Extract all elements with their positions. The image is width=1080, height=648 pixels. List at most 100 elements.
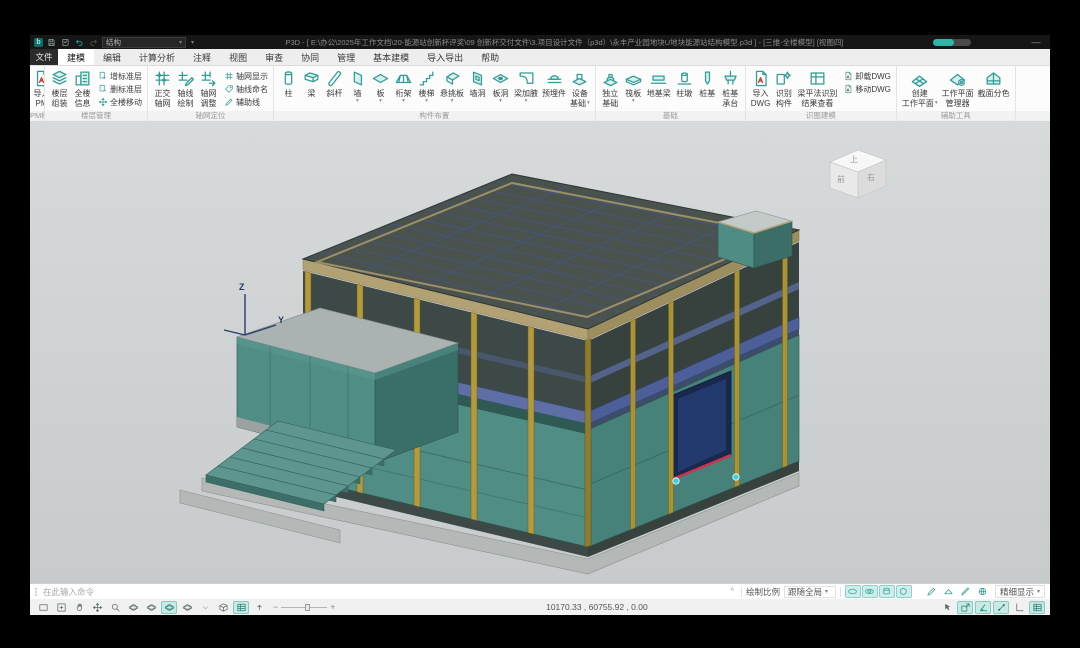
drag-grip-icon[interactable] (35, 588, 39, 596)
ribbon-small-button[interactable]: 辅助线 (222, 96, 270, 108)
ribb-button[interactable]: 截面分色 (976, 68, 1012, 100)
zoom-slider[interactable]: − + (273, 602, 336, 612)
scale-dropdown[interactable]: 跟随全局 ▾ (784, 586, 836, 598)
ribb-button[interactable]: 筏板▾ (622, 68, 645, 105)
ribb-button[interactable]: 桁架▾ (392, 68, 415, 105)
orbit-more-button[interactable] (197, 601, 213, 614)
ribb-button[interactable]: 梁 (300, 68, 323, 100)
view-realistic-button[interactable] (896, 585, 912, 598)
building-model-3d[interactable] (30, 122, 1050, 583)
tab-10[interactable]: 导入导出 (418, 49, 472, 65)
orbit-continuous-button[interactable] (179, 601, 195, 614)
orbit-horizontal-button[interactable] (143, 601, 159, 614)
ribb-button[interactable]: 梁加腋▾ (512, 68, 540, 105)
ribbon-small-button[interactable]: 移动DWG (841, 83, 893, 95)
window-select-button[interactable] (35, 601, 51, 614)
ribb-button[interactable]: 导入DWG (749, 68, 773, 109)
measure-pencil-button[interactable] (924, 585, 940, 598)
tab-3[interactable]: 计算分析 (130, 49, 184, 65)
ribbon-small-button[interactable]: 轴网显示 (222, 70, 270, 82)
perspective-button[interactable] (215, 601, 231, 614)
pin-toolbar-button[interactable] (251, 601, 267, 614)
ribb-button[interactable]: 预埋件 (540, 68, 568, 100)
tab-8[interactable]: 管理 (328, 49, 364, 65)
ribbon-small-button[interactable]: 删标准层 (96, 83, 144, 95)
tab-6[interactable]: 审查 (256, 49, 292, 65)
tab-11[interactable]: 帮助 (472, 49, 508, 65)
angle-snap-button[interactable] (975, 601, 991, 614)
selection-grip[interactable] (673, 478, 679, 484)
orbit-vertical-button[interactable] (161, 601, 177, 614)
ribb-button[interactable]: 桩基 (696, 68, 719, 100)
ribb-button[interactable]: 设备基础▾ (568, 68, 592, 109)
viewcube-right-label[interactable]: 右 (867, 172, 875, 183)
ribb-button[interactable]: 板▾ (369, 68, 392, 105)
ribbon-small-button[interactable]: 全楼移动 (96, 96, 144, 108)
model-grid-button[interactable] (233, 601, 249, 614)
polar-track-button[interactable] (993, 601, 1009, 614)
ribb-button[interactable]: 全楼信息 (71, 68, 94, 109)
zoom-extents-button[interactable] (53, 601, 69, 614)
ribb-button[interactable]: 板洞▾ (489, 68, 512, 105)
tab-2[interactable]: 编辑 (94, 49, 130, 65)
move-view-button[interactable] (89, 601, 105, 614)
ribb-button[interactable]: 斜杆 (323, 68, 346, 100)
material-sphere-button[interactable] (975, 585, 991, 598)
view-conceptual-button[interactable] (862, 585, 878, 598)
ribb-button[interactable]: 柱 (277, 68, 300, 100)
tab-1[interactable]: 建模 (58, 49, 94, 65)
save-as-button[interactable] (60, 37, 71, 48)
ribb-button[interactable]: 墙洞 (466, 68, 489, 100)
ribb-button[interactable]: 地基梁 (645, 68, 673, 100)
ribb-button[interactable]: 导入PM (30, 68, 45, 109)
object-snap-button[interactable] (957, 601, 973, 614)
detail-display-button[interactable]: 精细显示 ▾ (995, 585, 1045, 598)
zoom-button[interactable] (107, 601, 123, 614)
discipline-combo[interactable]: 结构 ▾ (102, 37, 186, 48)
ribb-button[interactable]: 独立基础 (599, 68, 622, 109)
ribbon-small-button[interactable]: 卸载DWG (841, 70, 893, 82)
pan-button[interactable] (71, 601, 87, 614)
command-input[interactable] (43, 586, 724, 598)
viewcube-top-label[interactable]: 上 (850, 154, 858, 165)
tab-file[interactable]: 文件 (30, 49, 58, 65)
render-progress-toggle[interactable] (933, 39, 971, 46)
ribb-button[interactable]: 工作平面管理器 (940, 68, 976, 109)
ribb-button[interactable]: 楼层组装 (48, 68, 71, 109)
orbit-free-button[interactable] (125, 601, 141, 614)
tab-4[interactable]: 注释 (184, 49, 220, 65)
ribbon-small-button[interactable]: 增标准层 (96, 70, 144, 82)
toolbar-overflow-icon[interactable]: ▾ (189, 39, 196, 46)
plane-triangle-button[interactable] (941, 585, 957, 598)
ribb-button[interactable]: 楼梯▾ (415, 68, 438, 105)
zoom-in-icon[interactable]: + (330, 602, 335, 612)
undo-button[interactable] (74, 37, 85, 48)
redo-button[interactable] (88, 37, 99, 48)
save-button[interactable] (46, 37, 57, 48)
ribb-button[interactable]: 墙▾ (346, 68, 369, 105)
ribb-button[interactable]: 轴网调整 (197, 68, 220, 109)
ribb-button[interactable]: 创建工作平面▾ (900, 68, 940, 109)
ribb-button[interactable]: 悬挑板▾ (438, 68, 466, 105)
selection-grip[interactable] (733, 474, 739, 480)
collapse-button[interactable]: ^ (728, 588, 737, 595)
ribb-button[interactable]: 柱墩 (673, 68, 696, 100)
viewcube-front-label[interactable]: 前 (837, 174, 845, 185)
ribb-button[interactable]: 正交轴网 (151, 68, 174, 109)
cursor-snap-button[interactable] (939, 601, 955, 614)
ribbon-small-button[interactable]: 轴线命名 (222, 83, 270, 95)
viewport-3d[interactable]: Z Y 上 前 右 (30, 122, 1050, 583)
ribb-button[interactable]: 梁平法识别结果查看 (795, 68, 839, 109)
zoom-out-icon[interactable]: − (273, 602, 278, 612)
view-wireframe-button[interactable] (845, 585, 861, 598)
tab-7[interactable]: 协同 (292, 49, 328, 65)
grid-snap-button[interactable] (1029, 601, 1045, 614)
zoom-slider-thumb[interactable] (305, 604, 310, 611)
ribb-button[interactable]: 识别构件 (772, 68, 795, 109)
ribb-button[interactable]: 轴线绘制 (174, 68, 197, 109)
view-hidden-line-button[interactable] (879, 585, 895, 598)
paint-brush-button[interactable] (958, 585, 974, 598)
app-logo-icon[interactable]: b (34, 38, 43, 47)
tab-5[interactable]: 视图 (220, 49, 256, 65)
ortho-mode-button[interactable] (1011, 601, 1027, 614)
